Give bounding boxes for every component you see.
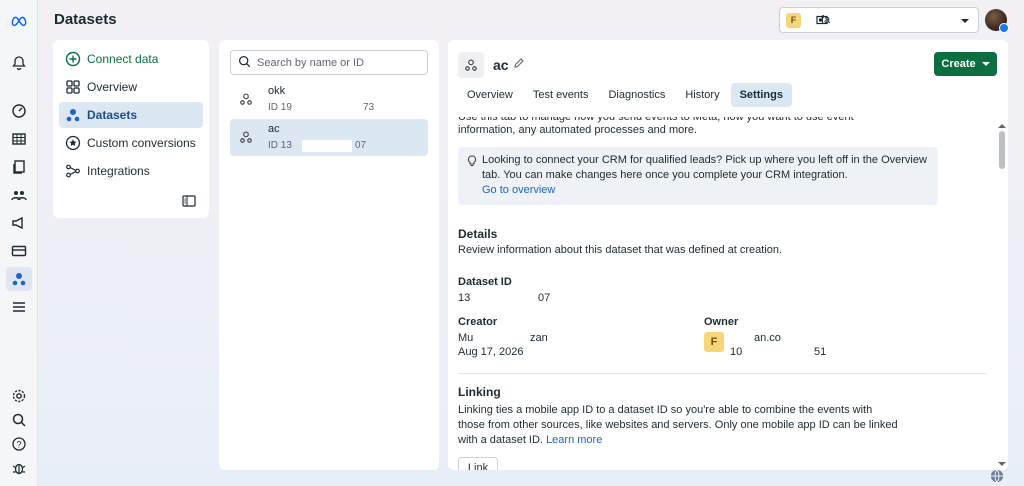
nav-custom-conversions[interactable]: Custom conversions (59, 130, 203, 156)
learn-more-link[interactable]: Learn more (546, 434, 602, 446)
nav-datasets-label: Datasets (87, 108, 138, 122)
tab-test-events[interactable]: Test events (524, 83, 598, 107)
globe-icon[interactable] (990, 469, 1004, 486)
page-title: Datasets (54, 11, 117, 28)
events-manager-icon[interactable] (6, 267, 32, 291)
owner-label: Owner (704, 316, 739, 328)
create-button[interactable]: Create (934, 52, 997, 76)
linking-text: Linking ties a mobile app ID to a datase… (458, 404, 898, 446)
help-question-icon[interactable]: ? (6, 432, 32, 456)
dataset-id-label: Dataset ID (458, 276, 512, 288)
link-button[interactable]: Link (458, 457, 498, 470)
owner-domain: an.co (754, 332, 781, 344)
account-badge: F (786, 12, 801, 28)
owner-id-suffix: 51 (814, 346, 827, 358)
dataset-id-suffix: 07 (355, 140, 367, 151)
details-heading: Details (458, 227, 498, 241)
dashboard-gauge-icon[interactable] (6, 99, 32, 123)
bug-report-icon[interactable] (6, 456, 32, 480)
details-description: Review information about this dataset th… (458, 244, 783, 256)
settings-content: Use this tab to manage how you send even… (448, 117, 996, 470)
ad-account-icon (816, 14, 828, 29)
crm-info-banner: Looking to connect your CRM for qualifie… (458, 147, 938, 205)
owner-badge: F (704, 332, 724, 352)
dataset-list-item[interactable]: ac ID 13 07 (230, 119, 428, 156)
nav-connect-data[interactable]: Connect data (59, 46, 203, 72)
tab-history[interactable]: History (676, 83, 728, 107)
grid-icon (65, 79, 81, 95)
chevron-down-icon (981, 62, 990, 66)
scrollbar-thumb[interactable] (999, 131, 1005, 169)
section-divider (458, 373, 986, 374)
account-selector[interactable]: F fa (779, 7, 979, 33)
search-box[interactable] (230, 50, 428, 75)
plus-circle-icon (65, 51, 81, 67)
chevron-down-icon (960, 15, 970, 29)
tab-settings[interactable]: Settings (730, 83, 792, 107)
dataset-list-item[interactable]: okk ID 19 73 (230, 81, 428, 118)
creator-date: Aug 17, 2026 (458, 346, 524, 358)
megaphone-icon[interactable] (6, 211, 32, 235)
dataset-id-value-suffix: 07 (538, 292, 551, 304)
datasets-nav-panel: Connect data Overview Datasets Custom co… (53, 40, 209, 218)
redaction-bar (302, 140, 352, 152)
dataset-icon (65, 107, 81, 123)
tab-overview[interactable]: Overview (458, 83, 522, 107)
tab-diagnostics[interactable]: Diagnostics (599, 83, 674, 107)
nav-integrations[interactable]: Integrations (59, 158, 203, 184)
dataset-id-prefix: ID 19 (268, 102, 292, 113)
go-to-overview-link[interactable]: Go to overview (482, 184, 555, 196)
nav-overview-label: Overview (87, 80, 138, 94)
linking-description: Linking ties a mobile app ID to a datase… (458, 403, 898, 448)
pages-icon[interactable] (6, 155, 32, 179)
dataset-name: okk (268, 85, 286, 97)
settings-gear-icon[interactable] (6, 384, 32, 408)
nav-integrations-label: Integrations (87, 164, 150, 178)
crm-info-text: Looking to connect your CRM for qualifie… (482, 154, 927, 181)
avatar[interactable] (985, 9, 1009, 33)
dataset-id-value-prefix: 13 (458, 292, 471, 304)
meta-logo-icon[interactable] (6, 8, 32, 32)
dataset-list-panel: okk ID 19 73 ac ID 13 07 (219, 40, 439, 470)
detail-scrollbar[interactable] (997, 117, 1008, 470)
facebook-badge-icon (999, 23, 1009, 33)
menu-hamburger-icon[interactable] (6, 295, 32, 319)
nav-connect-data-label: Connect data (87, 52, 159, 66)
creator-name-end: zan (530, 332, 548, 344)
nav-custom-conversions-label: Custom conversions (87, 136, 196, 150)
notifications-bell-icon[interactable] (6, 51, 32, 75)
left-rail: ? (0, 0, 38, 486)
collapse-panel-icon[interactable] (182, 195, 196, 210)
create-button-label: Create (941, 58, 976, 70)
dataset-detail-panel: ac Create Overview Test events Diagnosti… (448, 40, 1008, 470)
settings-intro-line2: information, any automated processes and… (458, 124, 698, 136)
lightbulb-icon (467, 155, 477, 170)
billing-card-icon[interactable] (6, 239, 32, 263)
creator-name-start: Mu (458, 332, 474, 344)
dataset-icon (239, 92, 253, 109)
dataset-id-prefix: ID 13 (268, 140, 292, 151)
search-icon (238, 55, 251, 71)
edit-pencil-icon[interactable] (513, 57, 525, 72)
audience-people-icon[interactable] (6, 183, 32, 207)
dataset-id-suffix: 73 (363, 102, 375, 113)
search-icon[interactable] (6, 408, 32, 432)
table-icon[interactable] (6, 127, 32, 151)
detail-tabs: Overview Test events Diagnostics History… (458, 83, 794, 107)
dataset-title: ac (493, 57, 509, 73)
star-circle-icon (65, 135, 81, 151)
linking-heading: Linking (458, 385, 501, 399)
dataset-icon (458, 52, 484, 78)
dataset-icon (239, 130, 253, 147)
integration-icon (65, 163, 81, 179)
dataset-name: ac (268, 123, 280, 135)
nav-overview[interactable]: Overview (59, 74, 203, 100)
search-input[interactable] (257, 56, 417, 69)
owner-id-prefix: 10 (730, 346, 743, 358)
creator-label: Creator (458, 316, 498, 328)
svg-text:?: ? (16, 440, 21, 450)
nav-datasets[interactable]: Datasets (59, 102, 203, 128)
